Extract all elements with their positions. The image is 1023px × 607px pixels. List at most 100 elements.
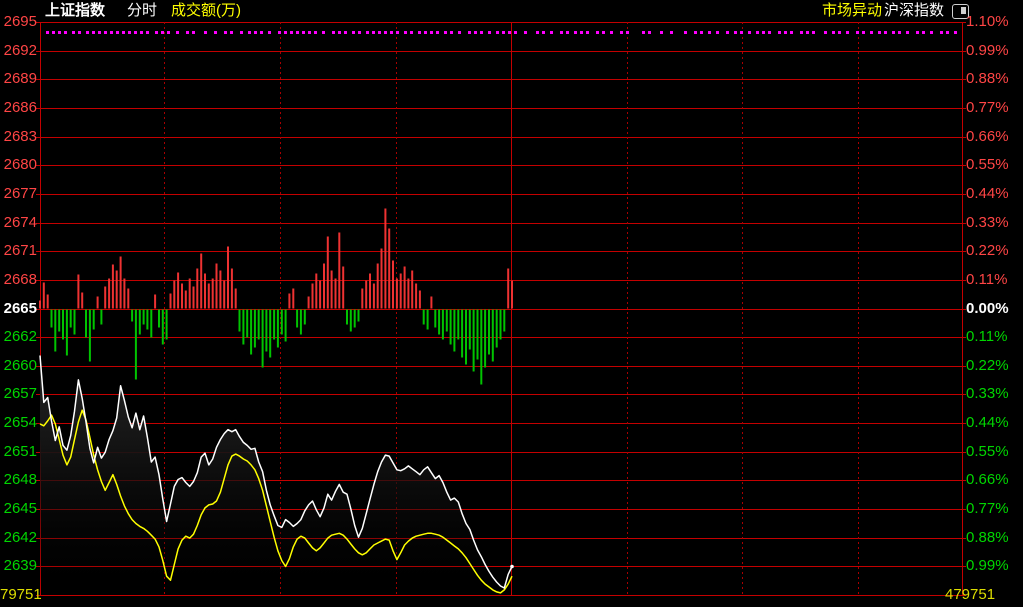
- anomaly-dot: [574, 31, 577, 34]
- turnover-bar-up: [369, 274, 371, 309]
- anomaly-dot: [916, 31, 919, 34]
- anomaly-dot: [922, 31, 925, 34]
- turnover-bar-down: [162, 310, 164, 345]
- turnover-bar-up: [319, 281, 321, 309]
- anomaly-dot: [838, 31, 841, 34]
- anomaly-dot: [410, 31, 413, 34]
- turnover-bar-up: [127, 289, 129, 309]
- turnover-bar-down: [469, 310, 471, 350]
- anomaly-dot: [92, 31, 95, 34]
- turnover-bar-down: [453, 310, 455, 352]
- percent-axis-label: 0.33%: [966, 215, 1022, 231]
- turnover-bar-down: [85, 310, 87, 338]
- turnover-bar-up: [47, 295, 49, 309]
- anomaly-dot: [284, 31, 287, 34]
- turnover-bar-up: [381, 249, 383, 309]
- turnover-bar-up: [507, 269, 509, 309]
- last-price-dot: [510, 565, 514, 569]
- turnover-bar-down: [358, 310, 360, 322]
- anomaly-dot: [372, 31, 375, 34]
- turnover-bar-down: [269, 310, 271, 358]
- turnover-bar-up: [212, 279, 214, 309]
- turnover-bar-down: [265, 310, 267, 352]
- turnover-bar-up: [196, 269, 198, 309]
- anomaly-dot: [430, 31, 433, 34]
- anomaly-dot: [560, 31, 563, 34]
- turnover-bar-up: [39, 301, 41, 309]
- percent-axis-label: 0.55%: [966, 157, 1022, 173]
- turnover-bar-down: [254, 310, 256, 348]
- anomaly-dot: [832, 31, 835, 34]
- intraday-chart-window: 上证指数分时成交额(万) 市场异动 沪深指数 26952692268926862…: [0, 0, 1023, 607]
- turnover-bar-up: [208, 284, 210, 309]
- price-axis-label: 2689: [0, 71, 37, 87]
- percent-axis-label: 0.66%: [966, 129, 1022, 145]
- turnover-bar-down: [93, 310, 95, 330]
- anomaly-dot: [268, 31, 271, 34]
- turnover-bar-down: [239, 310, 241, 332]
- anomaly-dot: [110, 31, 113, 34]
- turnover-bar-up: [219, 271, 221, 309]
- percent-axis-label: 0.11%: [966, 329, 1022, 345]
- turnover-bar-down: [58, 310, 60, 332]
- anomaly-dot: [602, 31, 605, 34]
- turnover-bar-down: [442, 310, 444, 340]
- anomaly-dot: [878, 31, 881, 34]
- turnover-bar-down: [488, 310, 490, 355]
- anomaly-dot: [954, 31, 957, 34]
- turnover-bar-up: [193, 287, 195, 309]
- turnover-bar-down: [354, 310, 356, 328]
- turnover-bar-up: [235, 289, 237, 309]
- percent-axis-label: 0.99%: [966, 558, 1022, 574]
- turnover-bar-down: [438, 310, 440, 335]
- anomaly-dot: [906, 31, 909, 34]
- turnover-bar-up: [361, 289, 363, 309]
- percent-axis-label: 0.33%: [966, 386, 1022, 402]
- turnover-bar-down: [446, 310, 448, 332]
- turnover-bar-down: [143, 310, 145, 325]
- turnover-bar-up: [120, 257, 122, 309]
- anomaly-dot: [224, 31, 227, 34]
- turnover-bar-up: [204, 274, 206, 309]
- price-area-fill: [40, 355, 512, 595]
- anomaly-dot: [748, 31, 751, 34]
- anomaly-dot: [155, 31, 158, 34]
- anomaly-dot: [596, 31, 599, 34]
- turnover-bar-down: [296, 310, 298, 328]
- anomaly-dot: [716, 31, 719, 34]
- turnover-bar-down: [423, 310, 425, 325]
- turnover-bar-up: [200, 254, 202, 309]
- turnover-bar-down: [158, 310, 160, 328]
- turnover-bar-down: [450, 310, 452, 345]
- turnover-bar-down: [285, 310, 287, 342]
- anomaly-dot: [72, 31, 75, 34]
- anomaly-dot: [620, 31, 623, 34]
- anomaly-dot: [116, 31, 119, 34]
- turnover-bar-up: [312, 284, 314, 309]
- turnover-bar-up: [77, 275, 79, 309]
- anomaly-dot: [302, 31, 305, 34]
- anomaly-dot: [366, 31, 369, 34]
- turnover-bar-up: [227, 247, 229, 309]
- turnover-bar-down: [277, 310, 279, 348]
- turnover-bar-down: [434, 310, 436, 328]
- anomaly-dot: [700, 31, 703, 34]
- anomaly-dot: [734, 31, 737, 34]
- turnover-bar-up: [216, 264, 218, 309]
- anomaly-dot: [418, 31, 421, 34]
- percent-axis-label: 1.10%: [966, 14, 1022, 30]
- anomaly-dot: [648, 31, 651, 34]
- anomaly-dot: [260, 31, 263, 34]
- anomaly-dot: [502, 31, 505, 34]
- anomaly-dot: [278, 31, 281, 34]
- turnover-bar-down: [427, 310, 429, 330]
- price-axis-label: 2668: [0, 272, 37, 288]
- anomaly-dot: [378, 31, 381, 34]
- turnover-bar-up: [342, 267, 344, 309]
- turnover-bar-down: [350, 310, 352, 332]
- turnover-bar-down: [457, 310, 459, 340]
- turnover-bar-up: [185, 291, 187, 309]
- percent-axis-label: 0.88%: [966, 530, 1022, 546]
- turnover-bar-down: [273, 310, 275, 340]
- anomaly-dot: [762, 31, 765, 34]
